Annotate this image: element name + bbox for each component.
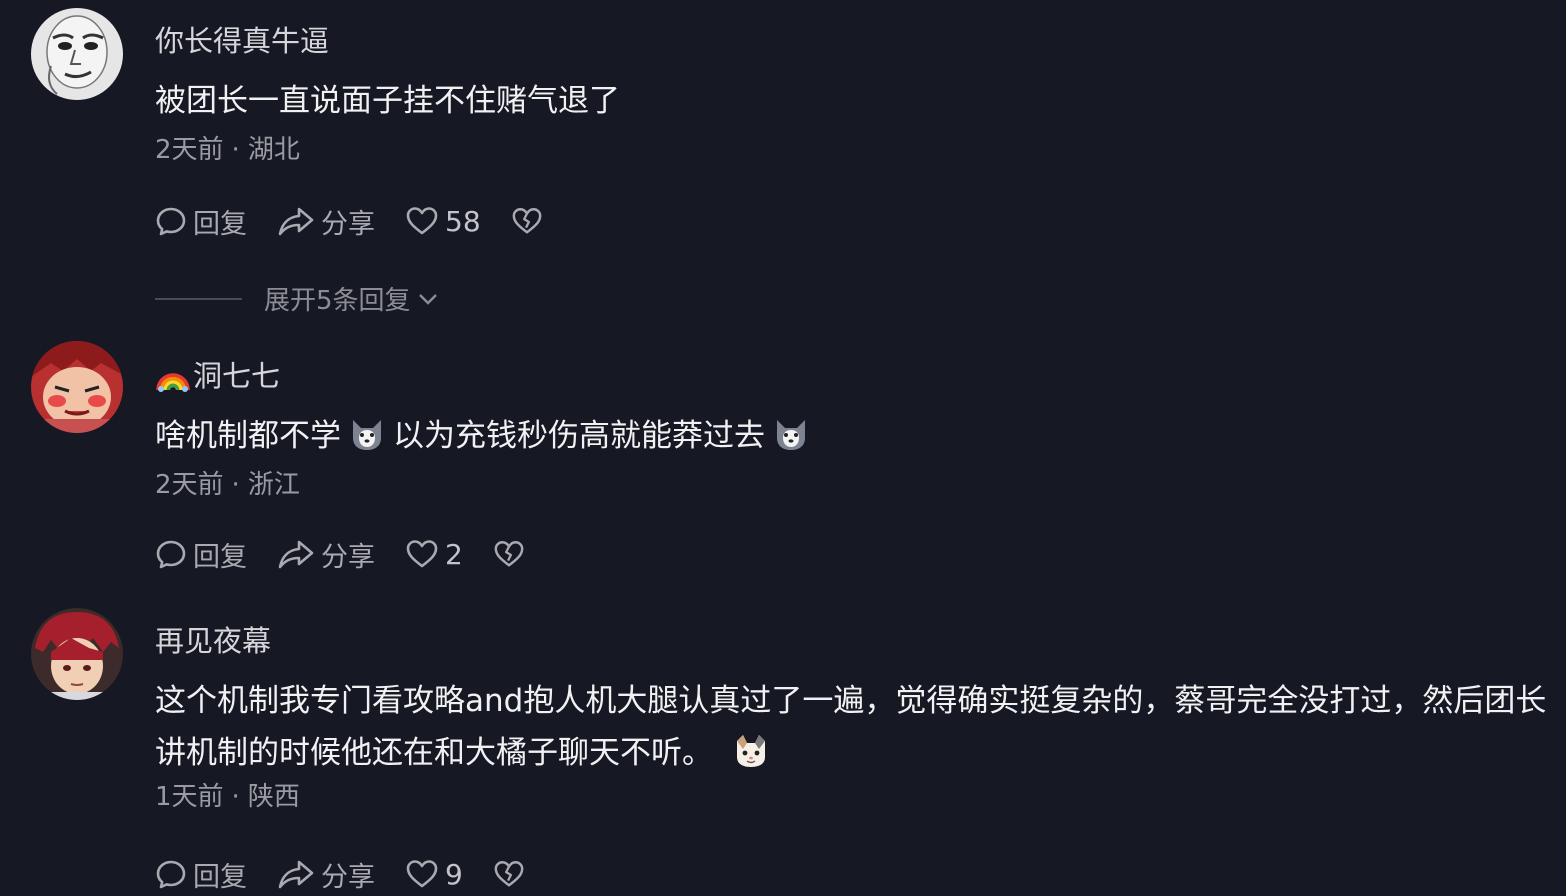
meta-separator: · xyxy=(231,782,240,812)
share-label: 分享 xyxy=(321,861,375,893)
comment-meta: 1天前 · 陕西 xyxy=(155,779,1550,815)
dislike-button[interactable] xyxy=(493,858,531,890)
comment-actions: 回复 分享 58 xyxy=(155,201,579,241)
broken-heart-icon xyxy=(512,208,542,234)
comment-bubble-icon xyxy=(156,540,186,569)
like-button[interactable]: 9 xyxy=(405,858,463,891)
dislike-button[interactable] xyxy=(511,205,549,237)
comment-time: 2天前 xyxy=(155,135,224,165)
reply-label: 回复 xyxy=(193,861,247,893)
meta-separator: · xyxy=(231,135,240,165)
comment-list: 你长得真牛逼 被团长一直说面子挂不住赌气退了 2天前·湖北 回复 分享 58 xyxy=(0,0,1566,896)
dislike-button[interactable] xyxy=(493,538,531,570)
comment-location: 陕西 xyxy=(247,782,300,812)
share-arrow-icon xyxy=(278,860,314,889)
share-label: 分享 xyxy=(321,541,375,573)
share-button[interactable]: 分享 xyxy=(277,855,375,894)
comment-location: 湖北 xyxy=(247,135,300,165)
comment-text-part-1: 啥机制都不学 xyxy=(155,418,341,454)
reply-button[interactable]: 回复 xyxy=(155,855,247,894)
like-count: 2 xyxy=(445,537,463,571)
comment-text: 啥机制都不学 以为充钱秒伤高就能莽过去 xyxy=(155,410,1550,462)
reply-label: 回复 xyxy=(193,208,247,240)
husky-dog-emoji xyxy=(349,416,385,452)
share-arrow-icon xyxy=(278,540,314,569)
reply-button[interactable]: 回复 xyxy=(155,202,247,241)
comment-time: 1天前 xyxy=(155,782,224,812)
comment-actions: 回复 分享 2 xyxy=(155,534,561,574)
comment-actions: 回复 分享 9 xyxy=(155,854,561,894)
like-count: 58 xyxy=(445,204,481,238)
share-button[interactable]: 分享 xyxy=(277,202,375,241)
divider-line xyxy=(155,297,242,300)
expand-replies-label: 展开5条回复 xyxy=(264,286,411,316)
rainbow-icon xyxy=(155,360,191,392)
like-button[interactable]: 58 xyxy=(405,205,481,238)
anime-red-hair-avatar-image xyxy=(31,341,123,433)
chevron-down-icon xyxy=(418,293,437,305)
avatar[interactable] xyxy=(31,608,123,700)
username[interactable]: 洞七七 xyxy=(155,356,1550,396)
heart-icon xyxy=(406,207,438,235)
meta-separator: · xyxy=(231,470,240,500)
like-count: 9 xyxy=(445,857,463,891)
username[interactable]: 再见夜幕 xyxy=(155,621,1550,661)
avatar[interactable] xyxy=(31,8,123,100)
broken-heart-icon xyxy=(494,861,524,887)
reply-label: 回复 xyxy=(193,541,247,573)
comment-meta: 2天前 · 湖北 xyxy=(155,132,1550,168)
broken-heart-icon xyxy=(494,541,524,567)
comment-text-part-2: 以为充钱秒伤高就能莽过去 xyxy=(393,418,765,454)
comment-text: 这个机制我专门看攻略and抱人机大腿认真过了一遍，觉得确实挺复杂的，蔡哥完全没打… xyxy=(155,675,1550,779)
like-button[interactable]: 2 xyxy=(405,538,463,571)
comment-text-body: 这个机制我专门看攻略and抱人机大腿认真过了一遍，觉得确实挺复杂的，蔡哥完全没打… xyxy=(155,683,1547,771)
expand-replies-button[interactable]: 展开5条回复 xyxy=(155,280,441,317)
cat-emoji xyxy=(733,733,769,769)
anime-red-hair-boy-avatar-image xyxy=(31,608,123,700)
comment-bubble-icon xyxy=(156,207,186,236)
share-button[interactable]: 分享 xyxy=(277,535,375,574)
heart-icon xyxy=(406,540,438,568)
username-text: 洞七七 xyxy=(193,359,281,393)
meme-face-avatar-image xyxy=(31,8,123,100)
reply-button[interactable]: 回复 xyxy=(155,535,247,574)
share-arrow-icon xyxy=(278,207,314,236)
share-label: 分享 xyxy=(321,208,375,240)
heart-icon xyxy=(406,860,438,888)
avatar[interactable] xyxy=(31,341,123,433)
comment-bubble-icon xyxy=(156,860,186,889)
comment-time: 2天前 xyxy=(155,470,224,500)
husky-dog-emoji xyxy=(773,416,809,452)
comment-meta: 2天前 · 浙江 xyxy=(155,467,1550,503)
comment-text: 被团长一直说面子挂不住赌气退了 xyxy=(155,83,620,119)
username[interactable]: 你长得真牛逼 xyxy=(155,21,1550,61)
comment-location: 浙江 xyxy=(247,470,300,500)
